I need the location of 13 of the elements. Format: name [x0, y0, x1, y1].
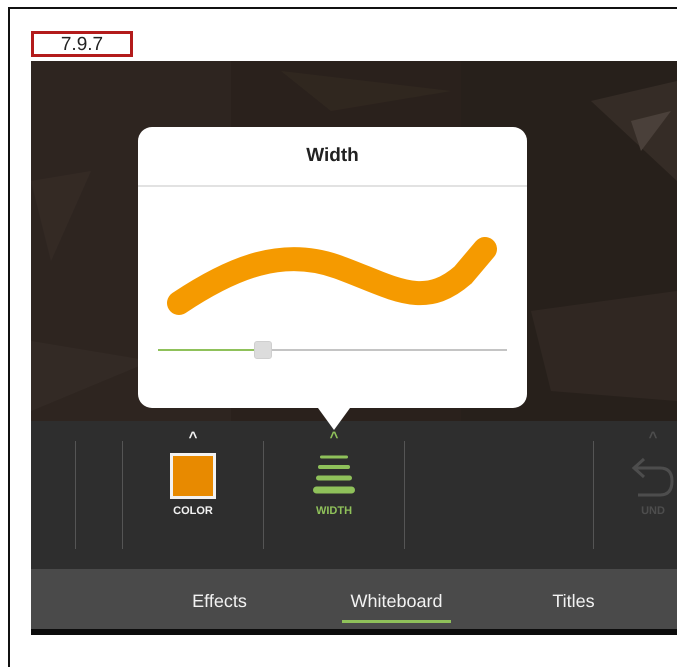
- popover-title: Width: [138, 127, 527, 187]
- color-tool-button[interactable]: ^ COLOR: [170, 431, 216, 517]
- figure-label: 7.9.7: [31, 31, 133, 57]
- caret-icon: ^: [188, 431, 198, 445]
- caret-icon: ^: [648, 431, 658, 445]
- tab[interactable]: Whiteboard: [342, 581, 451, 623]
- tab[interactable]: Effects: [184, 581, 255, 623]
- caret-icon: ^: [330, 431, 338, 445]
- tab[interactable]: Titles: [544, 581, 603, 623]
- color-swatch[interactable]: [170, 453, 216, 499]
- width-slider[interactable]: [158, 340, 507, 360]
- width-tool-button[interactable]: ^ WIDTH: [311, 431, 357, 517]
- slider-thumb[interactable]: [254, 341, 272, 359]
